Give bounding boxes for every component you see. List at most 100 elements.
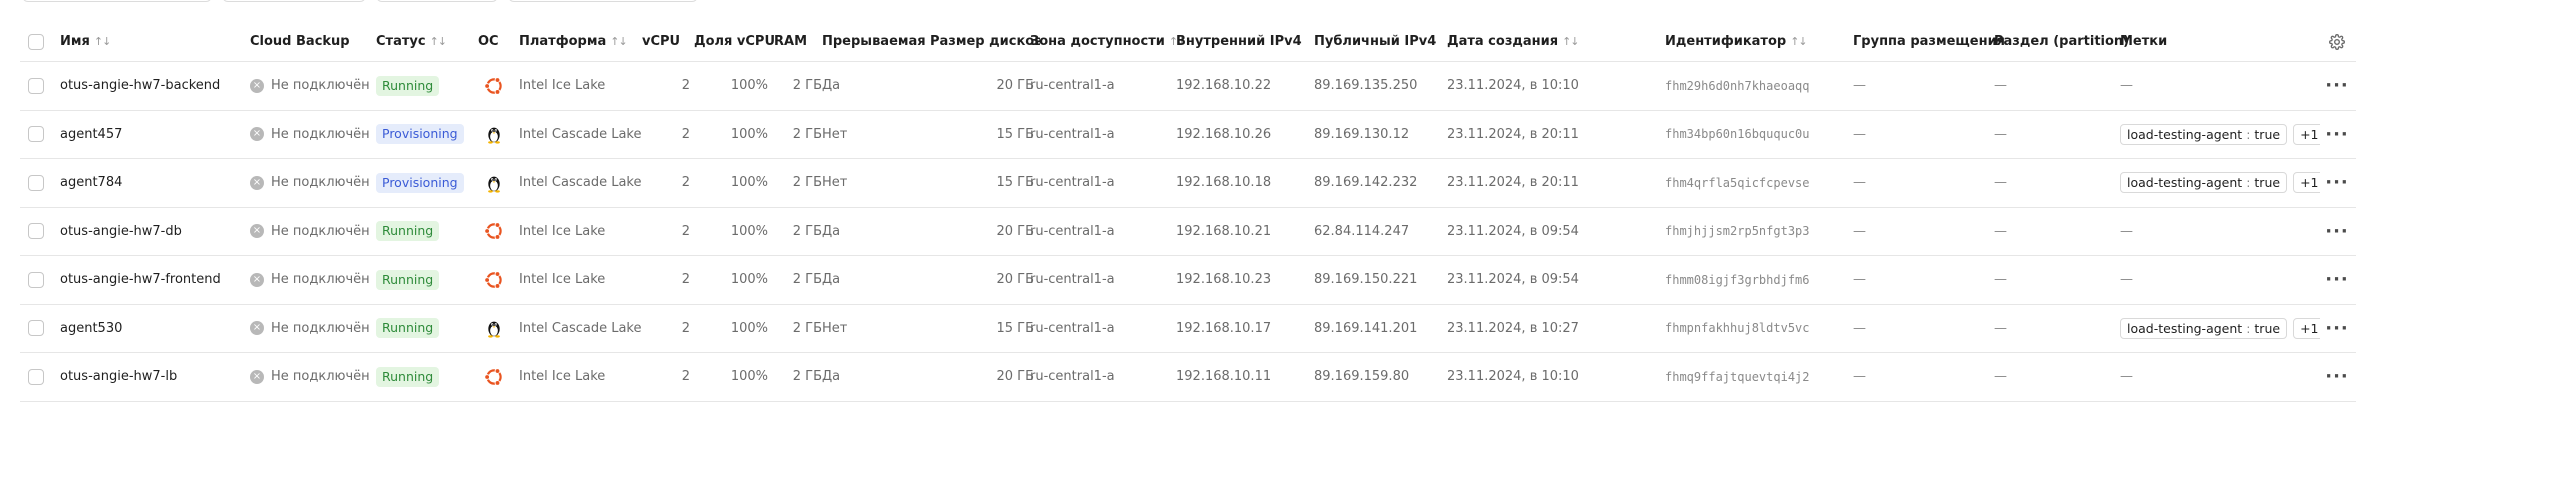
sort-arrows-icon[interactable]: ↑↓: [610, 35, 627, 48]
more-horizontal-icon[interactable]: ···: [2325, 172, 2349, 193]
sort-arrows-icon[interactable]: ↑↓: [1790, 35, 1807, 48]
label-tag[interactable]: load-testing-agent : true: [2120, 317, 2288, 339]
instance-name[interactable]: agent530: [60, 305, 250, 353]
table-body: otus-angie-hw7-backend × Не подключён Ru…: [20, 62, 2356, 402]
row-actions[interactable]: ···: [2325, 62, 2349, 110]
platform: Intel Ice Lake: [519, 369, 606, 385]
more-labels-button[interactable]: +1: [2293, 317, 2320, 339]
partition: —: [1994, 320, 2007, 336]
more-labels-button[interactable]: +1: [2293, 123, 2320, 145]
row-actions[interactable]: ···: [2325, 111, 2349, 159]
os-cell: [483, 353, 517, 401]
column-header-name[interactable]: Имя ↑↓: [60, 22, 240, 61]
platform: Intel Cascade Lake: [519, 126, 642, 142]
placement-group: —: [1853, 320, 1866, 336]
row-actions[interactable]: ···: [2325, 353, 2349, 401]
table-row[interactable]: otus-angie-hw7-db × Не подключён Running…: [20, 208, 2356, 256]
gear-icon[interactable]: [2329, 33, 2345, 50]
row-actions[interactable]: ···: [2325, 208, 2349, 256]
row-actions[interactable]: ···: [2325, 305, 2349, 353]
filter-select-stub[interactable]: [222, 0, 366, 2]
row-checkbox[interactable]: [28, 368, 44, 385]
instance-id: fhmpnfakhhuj8ldtv5vc: [1665, 321, 1810, 336]
column-header-created[interactable]: Дата создания ↑↓: [1447, 22, 1617, 61]
instance-name[interactable]: otus-angie-hw7-db: [60, 208, 250, 256]
instance-name[interactable]: otus-angie-hw7-lb: [60, 353, 250, 401]
instance-name[interactable]: agent457: [60, 111, 250, 159]
ram: 2 ГБ: [792, 223, 822, 239]
row-checkbox[interactable]: [28, 320, 44, 337]
partition: —: [1994, 369, 2007, 385]
row-checkbox[interactable]: [28, 271, 44, 288]
label-tag[interactable]: load-testing-agent : true: [2120, 123, 2288, 145]
table-row[interactable]: otus-angie-hw7-frontend × Не подключён R…: [20, 256, 2356, 305]
linux-tux-icon: [488, 127, 500, 144]
os-cell: [483, 208, 517, 256]
table-row[interactable]: agent530 × Не подключён Running Intel Ca…: [20, 305, 2356, 353]
disk-size: 20 ГБ: [996, 369, 1034, 385]
table-row[interactable]: agent784 × Не подключён Provisioning Int…: [20, 159, 2356, 208]
more-horizontal-icon[interactable]: ···: [2325, 221, 2349, 242]
table-row[interactable]: agent457 × Не подключён Provisioning Int…: [20, 111, 2356, 159]
vcpu: 2: [681, 175, 690, 191]
column-header-platform[interactable]: Платформа ↑↓: [519, 22, 659, 61]
more-horizontal-icon[interactable]: ···: [2325, 124, 2349, 145]
row-checkbox[interactable]: [28, 223, 44, 240]
more-horizontal-icon[interactable]: ···: [2325, 269, 2349, 290]
status-badge: Running: [376, 318, 440, 339]
more-horizontal-icon[interactable]: ···: [2325, 366, 2349, 387]
partition: —: [1994, 223, 2007, 239]
vcpu-share: 100%: [730, 369, 768, 385]
select-all-checkbox[interactable]: [28, 33, 44, 50]
public-ipv4: 89.169.159.80: [1314, 369, 1410, 385]
filter-select-stub-2[interactable]: [376, 0, 498, 2]
platform: Intel Cascade Lake: [519, 175, 642, 191]
backup-status: × Не подключён: [250, 353, 380, 401]
status-badge: Running: [376, 269, 440, 290]
ram: 2 ГБ: [792, 272, 822, 288]
table-settings[interactable]: [2325, 22, 2349, 61]
more-horizontal-icon[interactable]: ···: [2325, 75, 2349, 96]
column-header-id[interactable]: Идентификатор ↑↓: [1665, 22, 1845, 61]
labels-cell: load-testing-agent : true +1: [2120, 305, 2320, 353]
sort-arrows-icon[interactable]: ↑↓: [94, 35, 111, 48]
instances-table: Имя ↑↓ Cloud Backup Статус ↑↓ ОС Платфор…: [20, 22, 2356, 402]
instance-name[interactable]: otus-angie-hw7-frontend: [60, 256, 250, 304]
ram: 2 ГБ: [792, 175, 822, 191]
created-date: 23.11.2024, в 10:10: [1447, 369, 1579, 385]
backup-status: × Не подключён: [250, 62, 380, 110]
instance-name[interactable]: otus-angie-hw7-backend: [60, 62, 250, 110]
more-labels-button[interactable]: +1: [2293, 172, 2320, 194]
table-row[interactable]: otus-angie-hw7-backend × Не подключён Ru…: [20, 62, 2356, 111]
column-header-backup: Cloud Backup: [250, 34, 350, 49]
column-header-status[interactable]: Статус ↑↓: [376, 22, 476, 61]
row-checkbox[interactable]: [28, 77, 44, 94]
row-checkbox[interactable]: [28, 126, 44, 143]
internal-ipv4: 192.168.10.18: [1176, 175, 1272, 191]
labels-cell: —: [2120, 369, 2133, 385]
disk-size: 20 ГБ: [996, 223, 1034, 239]
status-badge-cell: Provisioning: [376, 111, 486, 159]
preemptible: Нет: [822, 320, 848, 336]
row-actions[interactable]: ···: [2325, 256, 2349, 304]
status-badge: Provisioning: [376, 172, 464, 193]
row-actions[interactable]: ···: [2325, 159, 2349, 207]
more-horizontal-icon[interactable]: ···: [2325, 318, 2349, 339]
preemptible: Да: [822, 369, 841, 385]
filter-input-stub[interactable]: [22, 0, 212, 2]
table-row[interactable]: otus-angie-hw7-lb × Не подключён Running…: [20, 353, 2356, 402]
close-circle-icon: ×: [250, 224, 264, 239]
instance-name[interactable]: agent784: [60, 159, 250, 207]
placement-group: —: [1853, 369, 1866, 385]
label-tag[interactable]: load-testing-agent : true: [2120, 172, 2288, 194]
ram: 2 ГБ: [792, 78, 822, 94]
sort-arrows-icon[interactable]: ↑↓: [430, 35, 447, 48]
column-header-disk: Размер дисков: [930, 34, 1040, 49]
preemptible: Да: [822, 78, 841, 94]
placement-group: —: [1853, 78, 1866, 94]
filter-select-stub-3[interactable]: [508, 0, 698, 2]
row-checkbox[interactable]: [28, 174, 44, 191]
sort-arrows-icon[interactable]: ↑↓: [1562, 35, 1579, 48]
column-header-placement: Группа размещения: [1853, 34, 2006, 49]
vcpu: 2: [681, 126, 690, 142]
